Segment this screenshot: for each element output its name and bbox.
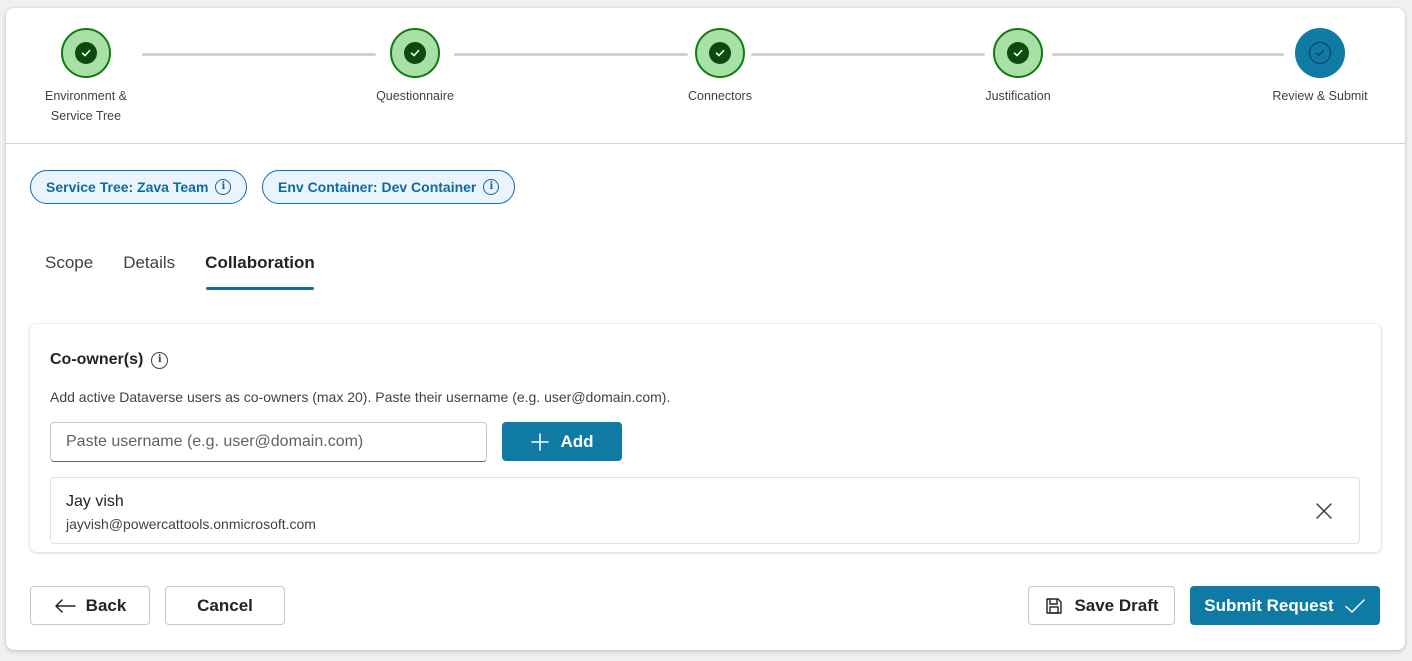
step-justification[interactable]: Justification <box>938 28 1098 106</box>
remove-coowner-button[interactable] <box>1313 500 1335 522</box>
arrow-left-icon <box>54 598 76 613</box>
info-icon[interactable]: i <box>151 351 169 369</box>
tab-collaboration[interactable]: Collaboration <box>190 242 330 290</box>
step-complete-indicator <box>61 28 111 78</box>
info-icon[interactable]: i <box>483 179 500 195</box>
wizard-card: Environment & Service Tree Questionnaire… <box>6 8 1405 650</box>
checkmark-icon <box>715 49 725 57</box>
coowners-panel: Co-owner(s) i Add active Dataverse users… <box>30 324 1381 552</box>
service-tree-chip[interactable]: Service Tree: Zava Team i <box>30 170 248 204</box>
step-label: Connectors <box>688 89 752 103</box>
checkmark-icon <box>81 49 91 57</box>
coowner-email: jayvish@powercattools.onmicrosoft.com <box>66 516 316 532</box>
plus-icon <box>531 432 550 451</box>
chip-label: Service Tree: Zava Team <box>46 179 209 195</box>
step-label: Justification <box>985 89 1051 103</box>
checkmark-icon <box>410 49 420 57</box>
tab-scope[interactable]: Scope <box>30 242 108 290</box>
panel-title: Co-owner(s) <box>50 351 144 368</box>
step-label: Service Tree <box>50 109 122 123</box>
step-label: Questionnaire <box>376 89 454 103</box>
tab-details[interactable]: Details <box>108 242 190 290</box>
cancel-button-label: Cancel <box>197 595 253 615</box>
step-complete-indicator <box>390 28 440 78</box>
step-connectors[interactable]: Connectors <box>640 28 800 106</box>
add-button-label: Add <box>560 431 594 451</box>
back-button[interactable]: Back <box>30 586 150 625</box>
add-button[interactable]: Add <box>502 422 622 461</box>
tab-list: Scope Details Collaboration <box>30 242 330 292</box>
step-questionnaire[interactable]: Questionnaire <box>335 28 495 106</box>
step-current-indicator <box>1295 28 1345 78</box>
save-draft-label: Save Draft <box>1074 595 1159 615</box>
back-button-label: Back <box>85 595 127 615</box>
progress-stepper: Environment & Service Tree Questionnaire… <box>6 8 1405 144</box>
checkmark-icon <box>1013 49 1023 57</box>
cancel-button[interactable]: Cancel <box>165 586 285 625</box>
env-container-chip[interactable]: Env Container: Dev Container i <box>262 170 516 204</box>
info-icon[interactable]: i <box>215 179 232 195</box>
chip-label: Env Container: Dev Container <box>278 179 477 195</box>
step-review-submit[interactable]: Review & Submit <box>1240 28 1400 106</box>
coowner-name: Jay vish <box>66 493 124 510</box>
step-complete-indicator <box>993 28 1043 78</box>
close-icon <box>1316 503 1332 519</box>
coowner-row: Jay vish jayvish@powercattools.onmicroso… <box>50 477 1360 544</box>
step-complete-indicator <box>695 28 745 78</box>
save-icon <box>1046 597 1063 614</box>
step-label: Review & Submit <box>1272 89 1368 103</box>
step-environment[interactable]: Environment & Service Tree <box>6 28 166 126</box>
panel-description: Add active Dataverse users as co-owners … <box>50 389 671 405</box>
save-draft-button[interactable]: Save Draft <box>1028 586 1175 625</box>
step-label: Environment & <box>45 89 127 103</box>
username-input[interactable] <box>50 422 487 462</box>
checkmark-icon <box>1344 598 1365 613</box>
checkmark-icon <box>1316 50 1324 56</box>
submit-request-label: Submit Request <box>1204 595 1334 615</box>
submit-request-button[interactable]: Submit Request <box>1190 586 1380 625</box>
